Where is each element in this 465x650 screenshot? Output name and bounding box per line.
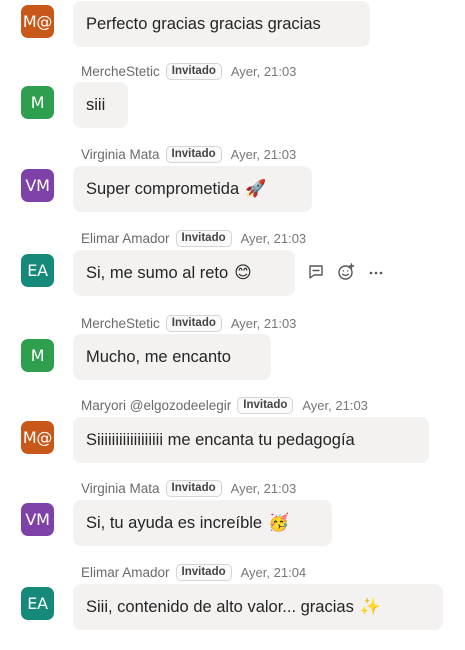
message-header: Virginia Mata Invitado Ayer, 21:03	[81, 143, 296, 165]
message-bubble[interactable]: Siiiiiiiiiiiiiiiiii me encanta tu pedago…	[73, 417, 429, 463]
message-bubble[interactable]: Mucho, me encanto	[73, 334, 271, 380]
message-header: Elimar Amador Invitado Ayer, 21:03	[81, 227, 306, 249]
message-text: Super comprometida	[86, 179, 240, 198]
author-name[interactable]: Virginia Mata	[81, 481, 160, 496]
timestamp: Ayer, 21:03	[230, 63, 297, 79]
sparkles-emoji: ✨	[359, 597, 381, 616]
guest-badge: Invitado	[165, 314, 222, 332]
message-bubble[interactable]: Si, me sumo al reto 😊	[73, 250, 295, 296]
timestamp: Ayer, 21:04	[240, 564, 307, 580]
guest-badge: Invitado	[175, 229, 232, 247]
timestamp: Ayer, 21:03	[240, 230, 307, 246]
author-name[interactable]: MercheStetic	[81, 64, 160, 79]
avatar[interactable]: M@	[21, 421, 54, 454]
smile-emoji: 😊	[234, 263, 252, 282]
timestamp: Ayer, 21:03	[302, 397, 368, 413]
message-header: MercheStetic Invitado Ayer, 21:03	[81, 60, 296, 82]
timestamp: Ayer, 21:03	[230, 146, 297, 162]
message-header: Maryori @elgozodeelegir Invitado Ayer, 2…	[81, 394, 368, 416]
guest-badge: Invitado	[165, 62, 222, 80]
message-text: Si, tu ayuda es increíble	[86, 513, 263, 532]
author-name[interactable]: Virginia Mata	[81, 147, 160, 162]
message-bubble[interactable]: Siii, contenido de alto valor... gracias…	[73, 584, 443, 630]
author-name[interactable]: Elimar Amador	[81, 565, 170, 580]
message-text: Mucho, me encanto	[86, 347, 231, 366]
avatar[interactable]: VM	[21, 503, 54, 536]
guest-badge: Invitado	[165, 479, 222, 497]
message-actions	[305, 259, 387, 285]
message-bubble[interactable]: siii	[73, 82, 128, 128]
avatar[interactable]: VM	[21, 169, 54, 202]
timestamp: Ayer, 21:03	[230, 480, 297, 496]
party-emoji: 🥳	[268, 513, 290, 532]
rocket-emoji: 🚀	[245, 179, 267, 198]
add-reaction-icon[interactable]	[335, 261, 357, 283]
guest-badge: Invitado	[165, 145, 222, 163]
more-options-icon[interactable]	[365, 261, 387, 283]
avatar[interactable]: EA	[21, 254, 54, 287]
author-name[interactable]: MercheStetic	[81, 316, 160, 331]
guest-badge: Invitado	[237, 396, 294, 414]
avatar[interactable]: EA	[21, 587, 54, 620]
message-text: Siii, contenido de alto valor... gracias	[86, 597, 354, 616]
message-header: Elimar Amador Invitado Ayer, 21:04	[81, 561, 306, 583]
message-bubble[interactable]: Si, tu ayuda es increíble 🥳	[73, 500, 332, 546]
message-text: Perfecto gracias gracias gracias	[86, 14, 321, 33]
message-text: Si, me sumo al reto	[86, 263, 229, 282]
message-text: Siiiiiiiiiiiiiiiiii me encanta tu pedago…	[86, 430, 355, 449]
reply-icon[interactable]	[305, 261, 327, 283]
message-header: Virginia Mata Invitado Ayer, 21:03	[81, 477, 296, 499]
guest-badge: Invitado	[175, 563, 232, 581]
avatar[interactable]: M	[21, 339, 54, 372]
author-name[interactable]: Maryori @elgozodeelegir	[81, 398, 231, 413]
message-header: MercheStetic Invitado Ayer, 21:03	[81, 312, 296, 334]
avatar[interactable]: M@	[21, 5, 54, 38]
message-bubble[interactable]: Perfecto gracias gracias gracias	[73, 1, 370, 47]
avatar[interactable]: M	[21, 86, 54, 119]
author-name[interactable]: Elimar Amador	[81, 231, 170, 246]
message-bubble[interactable]: Super comprometida 🚀	[73, 166, 312, 212]
message-text: siii	[86, 95, 106, 114]
timestamp: Ayer, 21:03	[230, 315, 297, 331]
